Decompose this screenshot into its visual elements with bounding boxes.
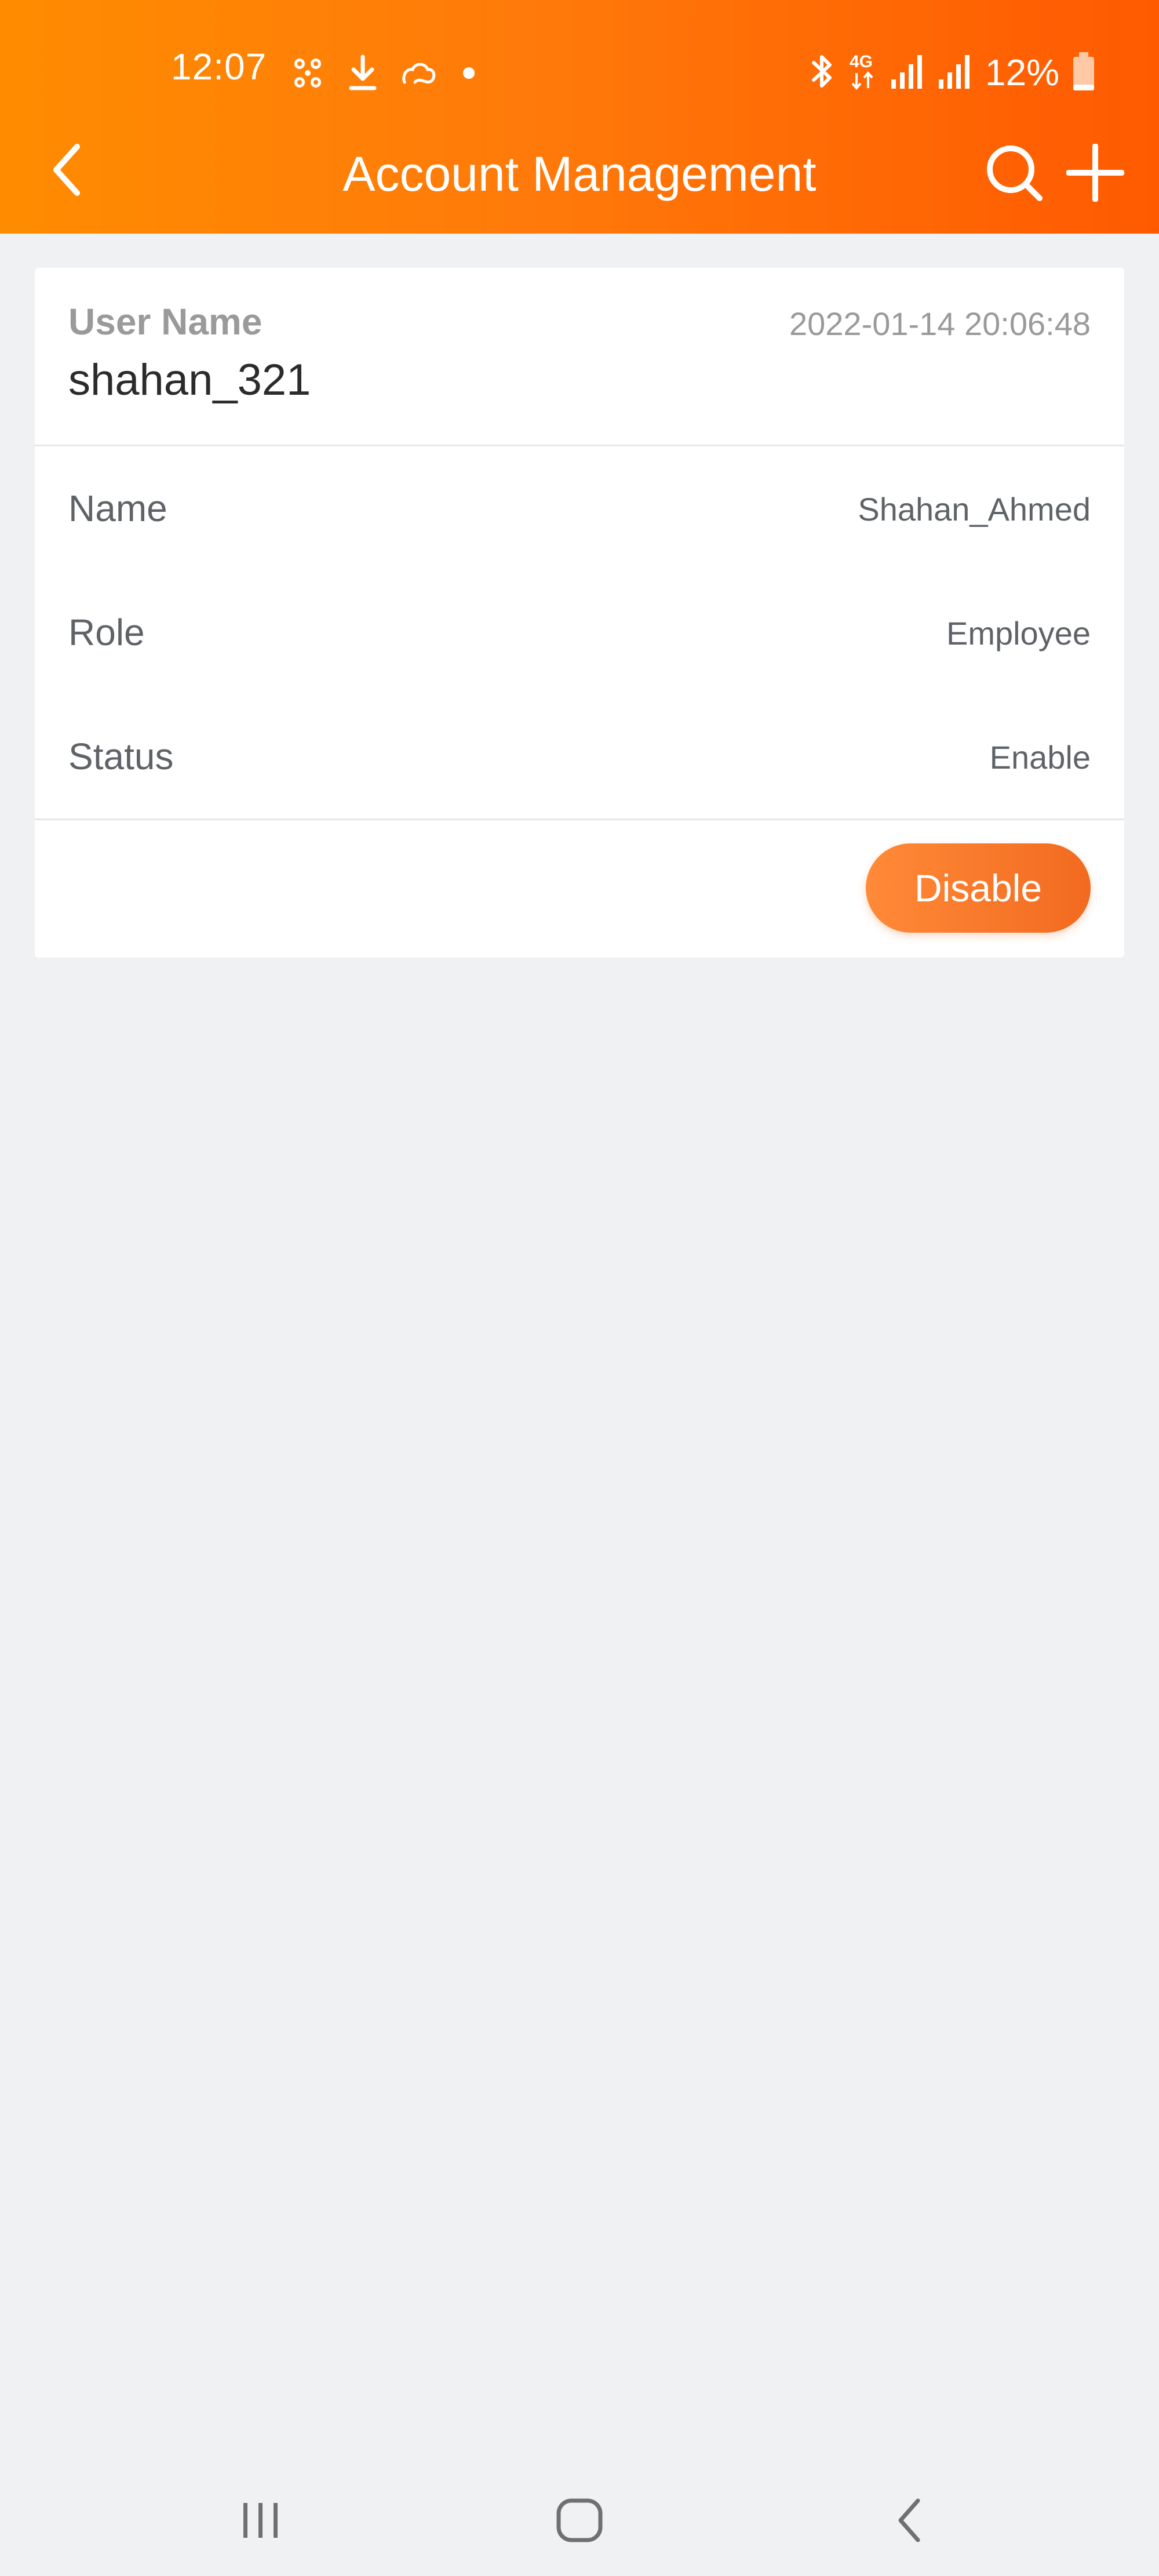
- signal-icon: [938, 53, 972, 93]
- nav-back-button[interactable]: [881, 2493, 939, 2550]
- status-value: Enable: [989, 739, 1091, 776]
- back-icon: [892, 2496, 927, 2548]
- app-bar: Account Management: [0, 128, 1159, 220]
- system-nav-bar: [0, 2435, 1159, 2576]
- home-icon: [555, 2496, 604, 2548]
- bluetooth-icon: [809, 51, 836, 94]
- status-label: Status: [68, 736, 174, 777]
- network-4g-label: 4G: [850, 52, 873, 71]
- search-button[interactable]: [979, 139, 1049, 209]
- info-row-role: Role Employee: [35, 570, 1124, 686]
- nav-recents-button[interactable]: [232, 2493, 290, 2550]
- nav-home-button[interactable]: [551, 2493, 608, 2550]
- name-value: Shahan_Ahmed: [858, 491, 1091, 527]
- role-label: Role: [68, 612, 145, 653]
- plus-icon: [1066, 143, 1125, 205]
- info-row-status: Status Enable: [35, 694, 1124, 810]
- created-timestamp: 2022-01-14 20:06:48: [789, 305, 1091, 342]
- fan-icon: [290, 55, 326, 94]
- status-bar: 12:07 4G 12%: [0, 41, 1159, 104]
- account-card-header: User Name shahan_321 2022-01-14 20:06:48: [35, 268, 1124, 446]
- username-label: User Name: [68, 301, 263, 343]
- add-button[interactable]: [1060, 139, 1130, 209]
- signal-icon: [890, 53, 925, 93]
- disable-button[interactable]: Disable: [866, 843, 1091, 933]
- battery-percentage: 12%: [985, 52, 1059, 93]
- role-value: Employee: [946, 615, 1091, 652]
- account-card[interactable]: User Name shahan_321 2022-01-14 20:06:48…: [35, 268, 1124, 958]
- status-time: 12:07: [171, 46, 267, 88]
- download-icon: [348, 54, 378, 94]
- status-icons-left: [290, 51, 478, 97]
- status-icons-right: 4G 12%: [809, 46, 1095, 99]
- header: 12:07 4G 12% Account Management: [0, 0, 1159, 234]
- battery-icon: [1072, 51, 1095, 94]
- name-label: Name: [68, 487, 167, 529]
- recents-icon: [238, 2497, 284, 2546]
- username-value: shahan_321: [68, 355, 311, 405]
- dot-icon: [460, 64, 478, 85]
- cloud-icon: [400, 59, 438, 90]
- card-actions: Disable: [35, 818, 1124, 959]
- search-icon: [984, 143, 1044, 206]
- info-row-name: Name Shahan_Ahmed: [35, 446, 1124, 562]
- network-4g-icon: 4G: [848, 50, 877, 96]
